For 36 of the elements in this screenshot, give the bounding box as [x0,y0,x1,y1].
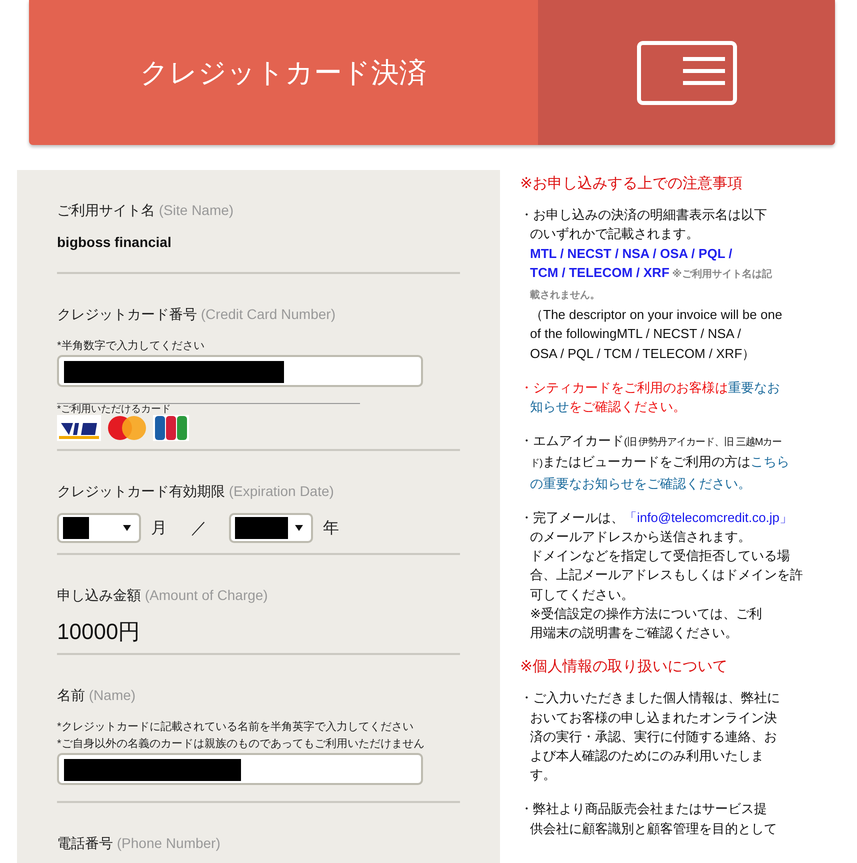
card-number-field[interactable] [57,355,423,387]
hint-text: *半角数字で入力してください [57,338,204,353]
field-label: ご利用サイト名 (Site Name) [57,202,234,220]
notice-text: ・弊社より商品販売会社またはサービス提 供会社に顧客識別と顧客管理を目的として [520,800,777,838]
notice-text: ・エムアイカード(旧 伊勢丹アイカード、旧 三越Mカー ド)またはビューカードをご利用の方はこちら の重要なお知らせをご確認ください。 [520,432,790,493]
caret-icon [295,525,303,531]
notice-text: ・ご入力いただきました個人情報は、弊社に おいてお客様の申し込まれたオンライン決 済の実行・承認、実行に付随する連絡、お よび本人確認のためにのみ利用いたしま す。 [520,689,780,784]
site-name: bigboss financial [57,234,172,250]
year-select[interactable] [229,513,313,543]
notice-text: ・シティカードをご利用のお客様は重要なお 知らせをご確認ください。 [520,378,780,416]
field-label: クレジットカード有効期限 (Expiration Date) [57,483,334,501]
section-heading: ※お申し込みする上での注意事項 [520,174,743,194]
hint-text: *ご自身以外の名義のカードは親族のものであってもご利用いただけません [57,737,424,751]
link[interactable]: 重要なお [728,380,780,395]
link[interactable]: 知らせ [530,399,569,414]
field-label: 電話番号 (Phone Number) [57,835,220,853]
page-title: クレジットカード決済 [140,56,427,90]
mastercard-icon [105,415,149,441]
month-select[interactable] [57,513,141,543]
name-field[interactable] [57,753,423,785]
month-unit: 月 [151,518,167,538]
section-heading: ※個人情報の取り扱いについて [520,657,728,676]
link[interactable]: の重要なお知らせをご確認ください。 [530,476,751,491]
accepted-cards-label: *ご利用いただけるカード [57,404,171,415]
field-label: 申し込み金額 (Amount of Charge) [57,587,268,605]
date-separator: ／ [191,518,207,538]
notice-text: ・完了メールは、「info@telecomcredit.co.jp」 のメールアドレスから送信されます。 ドメインなどを指定して受信拒否している場 合、上記メールアドレスもしくはドメインを許 可してください。 ※受信設定の操作方法については、ご利 用端末の説明書をご確認ください。 [520,508,803,642]
year-unit: 年 [323,518,339,538]
caret-icon [123,525,131,531]
card-icon [636,40,736,104]
notice-text: ・お申し込みの決済の明細書表示名は以下 のいずれかで記載されます。 MTL / NECST / NSA / OSA / PQL / TCM / TELECOM / XRF ※ご利用サイト名は記 載されません。 （The descriptor on your invoice will be one of the followingMTL / NECST / NSA / OSA / PQL / TCM / TELECOM / XRF） [520,206,782,363]
field-label: クレジットカード番号 (Credit Card Number) [57,306,336,324]
amount-value: 10000円 [57,618,140,646]
link[interactable]: こちら [750,454,790,470]
field-label: 名前 (Name) [57,687,136,705]
hint-text: *クレジットカードに記載されている名前を半角英字で入力してください [57,720,414,734]
